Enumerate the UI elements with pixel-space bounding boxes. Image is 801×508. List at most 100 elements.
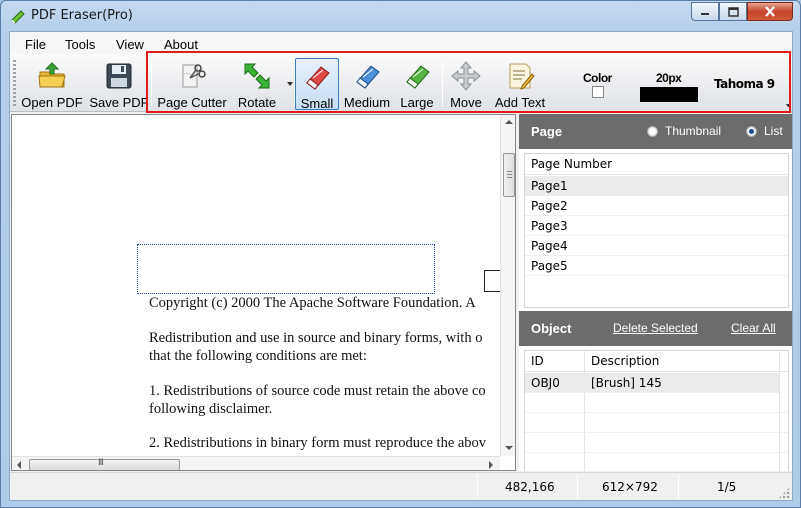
menu-file[interactable]: File — [25, 37, 46, 52]
page-name: Page3 — [531, 219, 568, 233]
object-description: [Brush] 145 — [591, 376, 662, 390]
app-eraser-icon — [11, 10, 25, 24]
vertical-scrollbar[interactable] — [500, 115, 515, 456]
scroll-right-icon[interactable] — [489, 461, 493, 469]
brush-size-label: 20px — [656, 71, 682, 85]
rotate-dropdown-arrow-icon[interactable] — [287, 82, 293, 86]
doc-line: Copyright (c) 2000 The Apache Software F… — [149, 295, 476, 311]
page-row[interactable]: Page2 — [525, 196, 788, 216]
object-row[interactable]: OBJ0 [Brush] 145 — [525, 373, 779, 393]
object-id: OBJ0 — [531, 376, 560, 390]
delete-selected-link[interactable]: Delete Selected — [613, 321, 698, 335]
toolbar-separator — [151, 60, 152, 106]
status-divider — [577, 475, 578, 499]
scroll-left-icon[interactable] — [17, 461, 21, 469]
eraser-small-button[interactable]: Small — [295, 58, 339, 111]
add-text-label: Add Text — [494, 95, 546, 110]
scroll-up-icon[interactable] — [505, 120, 513, 124]
add-text-button[interactable]: Add Text — [488, 58, 552, 110]
doc-line: that the following conditions are met: — [149, 348, 367, 364]
eraser-medium-button[interactable]: Medium — [342, 58, 392, 110]
menu-tools[interactable]: Tools — [65, 37, 95, 52]
close-icon — [765, 6, 775, 17]
save-pdf-label: Save PDF — [89, 95, 149, 110]
object-panel-title: Object — [531, 321, 572, 336]
menu-about[interactable]: About — [164, 37, 198, 52]
menu-view[interactable]: View — [116, 37, 144, 52]
toolbar: Open PDF Save PDF Page Cutter Rotate Sma… — [10, 54, 792, 112]
toolbar-grip[interactable] — [13, 60, 16, 106]
empty-row — [525, 393, 788, 413]
description-column[interactable]: Description — [591, 354, 659, 368]
thumbnail-radio[interactable] — [647, 126, 658, 137]
page-row[interactable]: Page3 — [525, 216, 788, 236]
page-name: Page5 — [531, 259, 568, 273]
status-divider — [477, 475, 478, 499]
eraser-small-label: Small — [300, 96, 334, 111]
vertical-grip-icon — [507, 171, 512, 179]
page-row[interactable]: Page1 — [525, 176, 788, 196]
scissors-page-icon — [182, 64, 206, 88]
object-list: ID Description OBJ0 [Brush] 145 — [524, 350, 789, 471]
page-name: Page4 — [531, 239, 568, 253]
rotate-button[interactable]: Rotate — [232, 58, 282, 110]
id-column[interactable]: ID — [531, 354, 544, 368]
object-list-header: ID Description — [525, 351, 788, 372]
page-name: Page1 — [531, 179, 568, 193]
page-row[interactable]: Page5 — [525, 256, 788, 276]
eraser-large-label: Large — [400, 95, 434, 110]
thumbnail-radio-label[interactable]: Thumbnail — [665, 124, 721, 138]
document-view[interactable]: Copyright (c) 2000 The Apache Software F… — [11, 114, 516, 471]
empty-row — [525, 433, 788, 453]
rotate-arrows-icon — [244, 63, 270, 89]
eraser-large-button[interactable]: Large — [395, 58, 439, 110]
minimize-button[interactable] — [691, 2, 719, 21]
eraser-small-icon — [306, 66, 330, 90]
vertical-scroll-thumb[interactable] — [503, 153, 515, 197]
eraser-medium-label: Medium — [343, 95, 391, 110]
status-coordinates: 482,166 — [505, 480, 555, 494]
doc-line: 2. Redistributions in binary form must r… — [149, 435, 487, 451]
move-label: Move — [450, 95, 482, 110]
app-window: PDF Eraser(Pro) File Tools View About Op… — [0, 0, 801, 508]
maximize-icon — [727, 6, 739, 17]
brush-size-preview[interactable] — [640, 87, 698, 102]
save-pdf-button[interactable]: Save PDF — [89, 58, 149, 110]
status-bar: 482,166 612×792 1/5 — [10, 472, 792, 500]
doc-line: 1. Redistributions of source code must r… — [149, 383, 486, 399]
client-area: File Tools View About Open PDF Save PDF … — [9, 31, 793, 501]
selection-rectangle[interactable] — [137, 244, 435, 294]
horizontal-grip-icon: III — [98, 458, 104, 468]
color-label: Color — [583, 71, 612, 85]
horizontal-scrollbar[interactable]: III — [12, 456, 500, 470]
eraser-large-icon — [406, 65, 430, 89]
status-page-size: 612×792 — [602, 480, 658, 494]
move-cross-icon — [451, 61, 481, 91]
page-cutter-button[interactable]: Page Cutter — [156, 58, 228, 110]
close-button[interactable] — [747, 2, 793, 21]
list-radio-label[interactable]: List — [764, 124, 783, 138]
font-selector[interactable]: Tahoma 9 — [714, 77, 775, 91]
page-number-column[interactable]: Page Number — [531, 157, 612, 171]
move-button[interactable]: Move — [446, 58, 486, 110]
open-pdf-label: Open PDF — [21, 95, 83, 110]
resize-grip-icon[interactable] — [778, 487, 790, 499]
add-text-icon — [509, 63, 535, 90]
window-title: PDF Eraser(Pro) — [31, 8, 133, 23]
status-divider — [678, 475, 679, 499]
toolbar-separator — [442, 60, 443, 106]
page-list: Page Number Page1 Page2 Page3 Page4 Page… — [524, 153, 789, 308]
rotate-label: Rotate — [237, 95, 277, 110]
horizontal-scroll-thumb[interactable]: III — [29, 458, 180, 470]
toolbar-overflow-icon[interactable] — [786, 104, 791, 109]
open-pdf-button[interactable]: Open PDF — [19, 58, 85, 110]
doc-line: Redistribution and use in source and bin… — [149, 330, 483, 346]
clear-all-link[interactable]: Clear All — [731, 321, 776, 335]
title-bar[interactable]: PDF Eraser(Pro) — [1, 1, 800, 31]
scroll-down-icon[interactable] — [505, 446, 513, 450]
maximize-button[interactable] — [719, 2, 747, 21]
page-row[interactable]: Page4 — [525, 236, 788, 256]
open-folder-icon — [38, 62, 66, 88]
color-swatch[interactable] — [592, 86, 604, 98]
list-radio[interactable] — [746, 126, 757, 137]
